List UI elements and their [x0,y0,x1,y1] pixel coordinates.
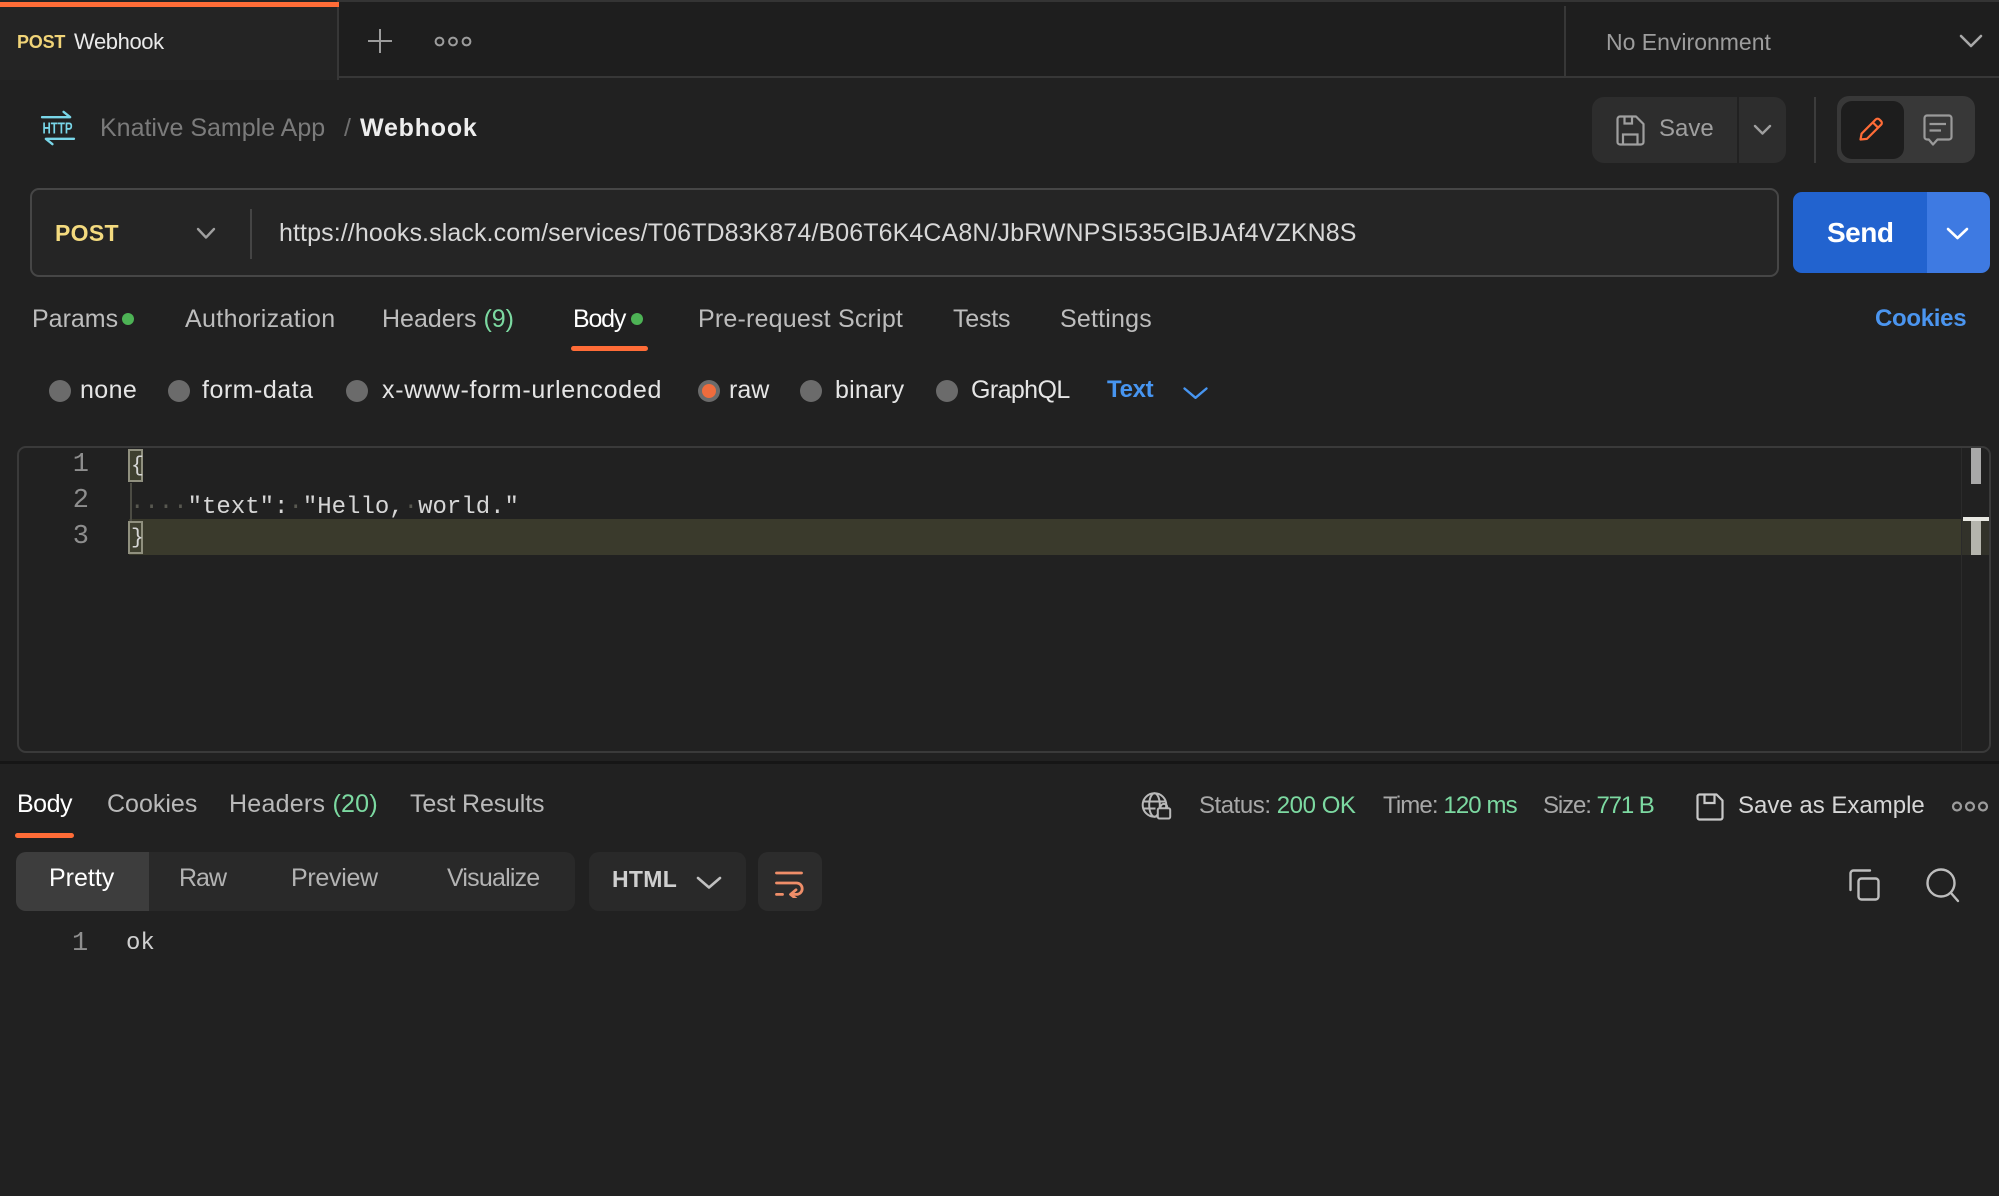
svg-text:HTTP: HTTP [43,121,73,138]
